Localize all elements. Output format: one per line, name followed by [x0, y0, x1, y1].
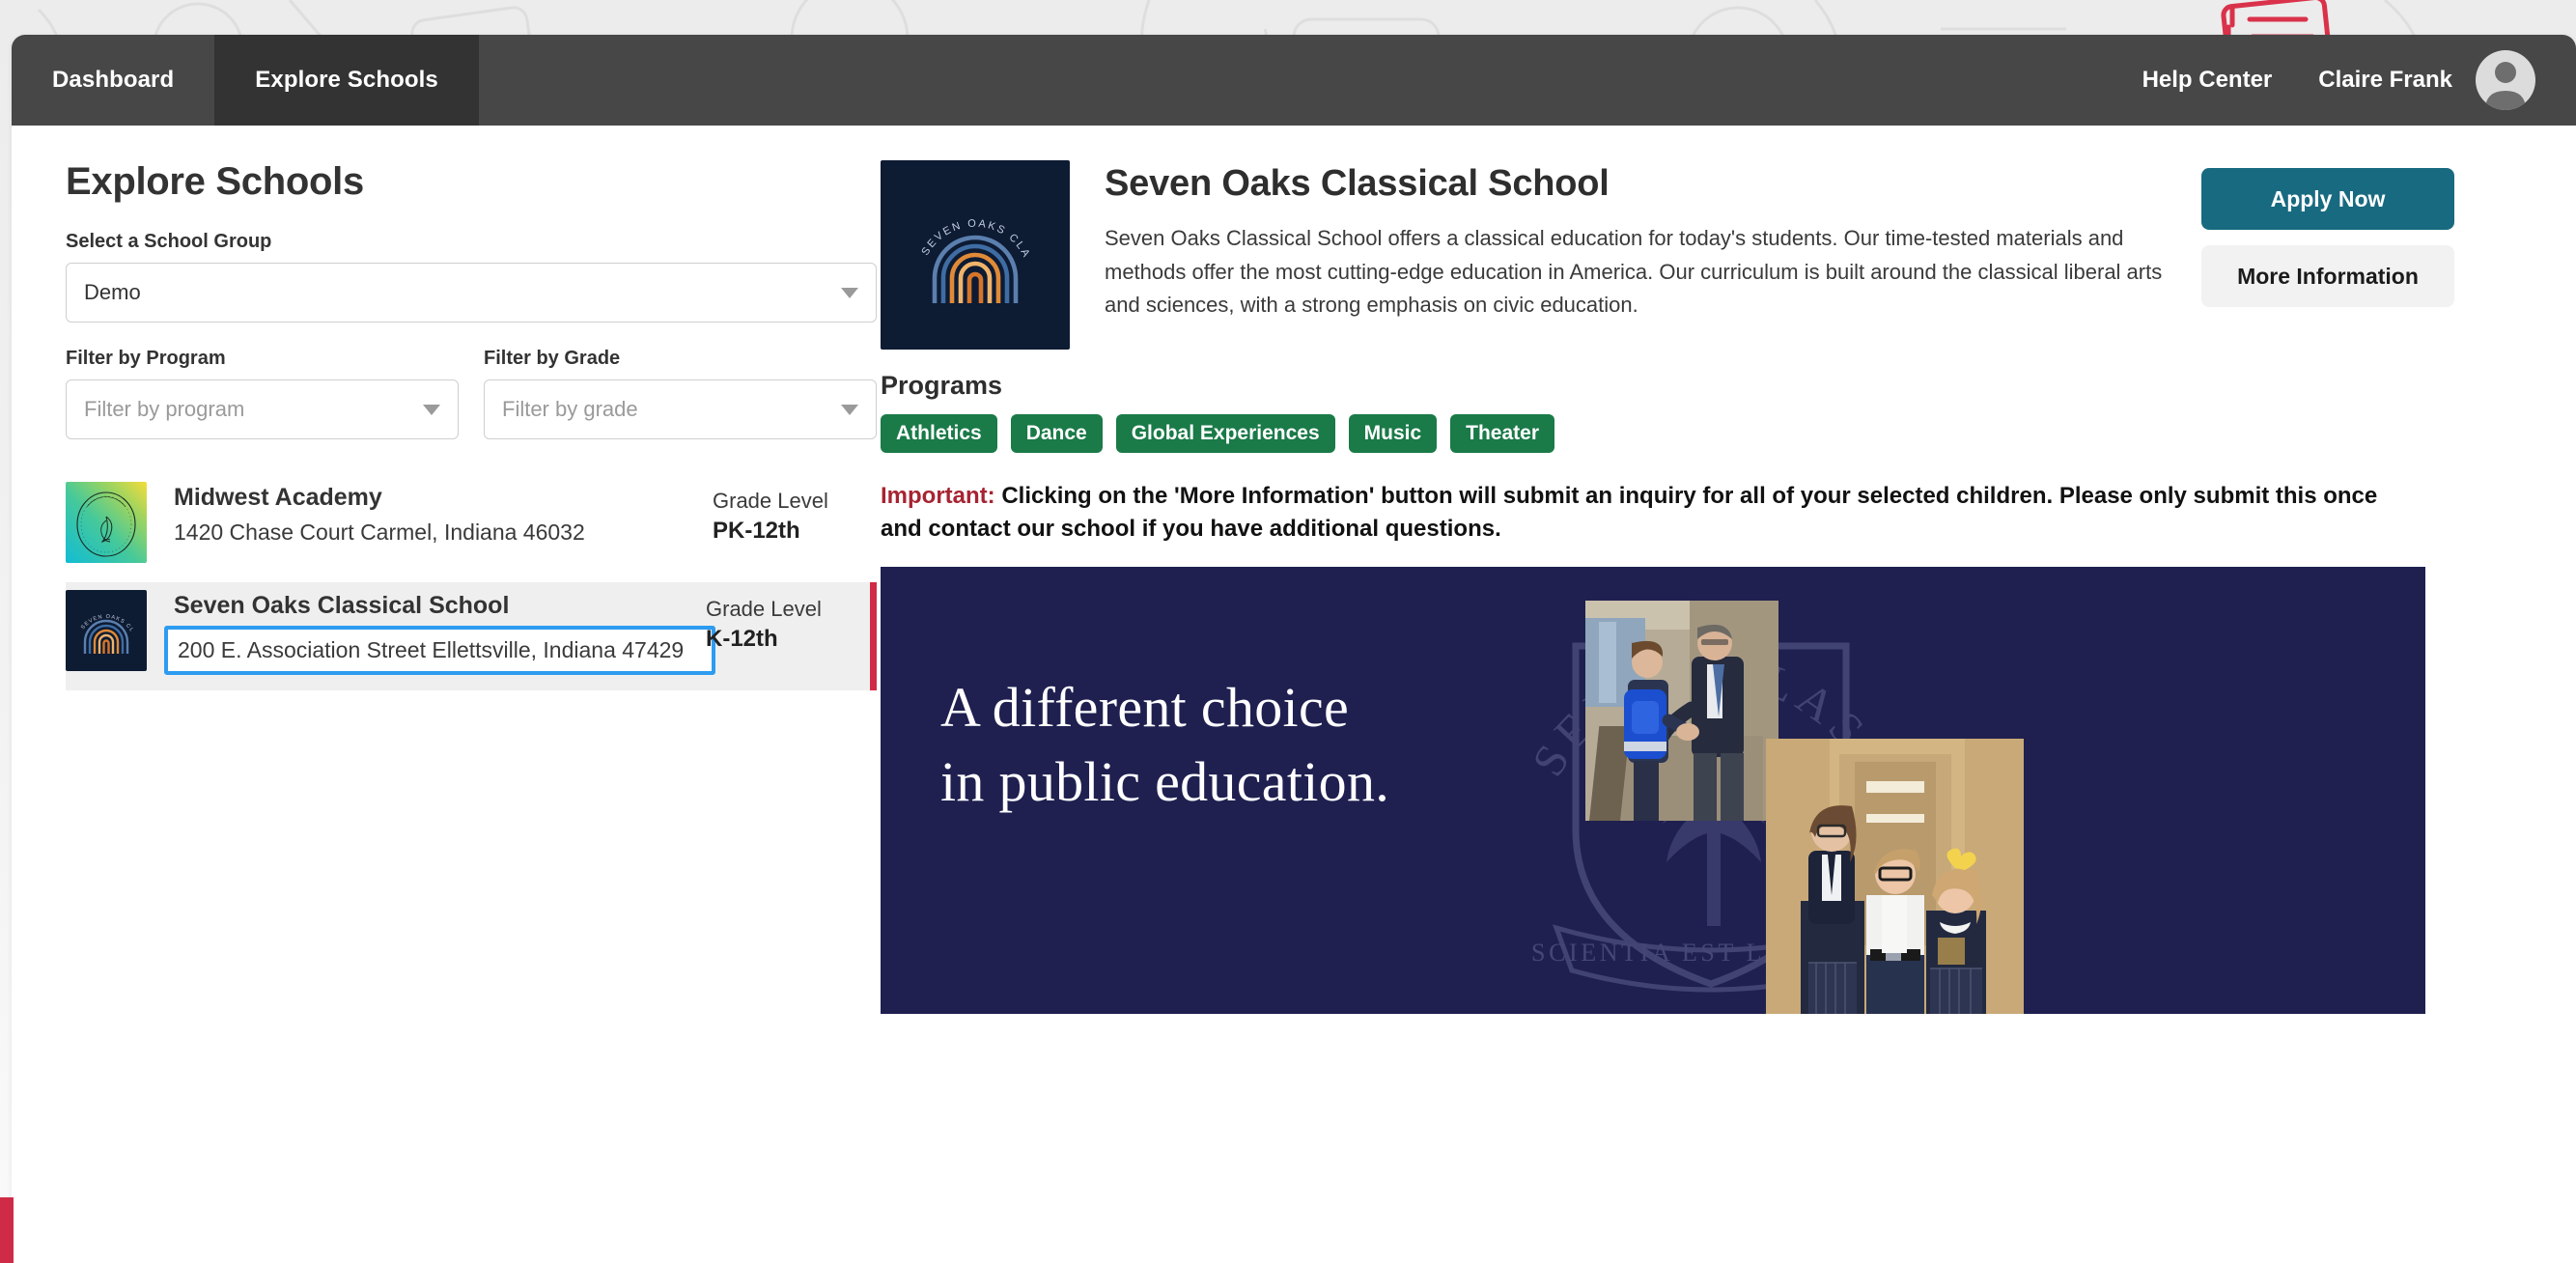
school-detail-actions: Apply Now More Information — [2201, 160, 2454, 307]
banner-photo-handshake — [1585, 601, 1778, 822]
school-detail-name: Seven Oaks Classical School — [1105, 163, 1610, 204]
school-list-item-seven-oaks-classical-school[interactable]: SEVEN OAKS CLASSICAL Seven Oaks Classica… — [66, 582, 877, 690]
nav-tabs: Dashboard Explore Schools — [12, 35, 479, 126]
user-menu[interactable]: Claire Frank — [2318, 50, 2535, 110]
school-detail-header: SEVEN OAKS CLASSICAL Seven Oaks Classica… — [881, 160, 2516, 350]
school-address-focused[interactable]: 200 E. Association Street Ellettsville, … — [164, 625, 715, 675]
midwest-academy-logo — [66, 482, 147, 563]
grade-level-label: Grade Level — [706, 597, 822, 621]
programs-tag-list: Athletics Dance Global Experiences Music… — [881, 414, 2516, 453]
school-group-label: Select a School Group — [66, 231, 272, 252]
filters-and-school-list-panel: Explore Schools Select a School Group De… — [12, 160, 881, 1014]
page-title: Explore Schools — [66, 160, 364, 203]
school-grade-block: Grade Level K-12th — [706, 590, 870, 654]
grade-filter-label: Filter by Grade — [484, 348, 621, 369]
important-label: Important: — [881, 483, 995, 509]
program-tag-theater[interactable]: Theater — [1450, 414, 1555, 453]
program-tag-global-experiences[interactable]: Global Experiences — [1115, 414, 1335, 453]
seven-oaks-classical-logo: SEVEN OAKS CLASSICAL — [66, 590, 147, 671]
filter-row: Filter by Program Filter by program Filt… — [66, 348, 881, 439]
nav-right-cluster: Help Center Claire Frank — [2142, 35, 2576, 126]
nav-tab-explore-schools[interactable]: Explore Schools — [214, 35, 479, 126]
grade-filter-group: Filter by Grade Filter by grade — [484, 348, 877, 439]
school-list: Midwest Academy 1420 Chase Court Carmel,… — [66, 474, 877, 690]
school-info: Seven Oaks Classical School 200 E. Assoc… — [164, 590, 715, 675]
app-window: Dashboard Explore Schools Help Center Cl… — [12, 35, 2576, 1263]
school-detail-description: Seven Oaks Classical School offers a cla… — [1105, 225, 2163, 318]
top-navigation-bar: Dashboard Explore Schools Help Center Cl… — [12, 35, 2576, 126]
important-notice: Important: Clicking on the 'More Informa… — [881, 480, 2387, 546]
school-detail-text: Seven Oaks Classical School Seven Oaks C… — [1105, 160, 2167, 323]
avatar-glyph — [2485, 62, 2526, 110]
apply-now-button[interactable]: Apply Now — [2201, 168, 2454, 230]
programs-heading: Programs — [881, 371, 1003, 400]
school-group-value: Demo — [84, 280, 141, 304]
program-filter-label: Filter by Program — [66, 348, 226, 369]
school-address: 1420 Chase Court Carmel, Indiana 46032 — [174, 519, 585, 545]
program-filter-group: Filter by Program Filter by program — [66, 348, 459, 439]
seven-oaks-classical-logo: SEVEN OAKS CLASSICAL — [881, 160, 1070, 350]
program-tag-dance[interactable]: Dance — [1010, 414, 1103, 453]
school-name: Midwest Academy — [174, 484, 382, 511]
midwest-academy-seal — [66, 482, 147, 563]
school-banner-image: A different choice in public education. … — [881, 567, 2425, 1015]
grade-level-value: K-12th — [706, 625, 778, 652]
school-detail-panel: SEVEN OAKS CLASSICAL Seven Oaks Classica… — [881, 160, 2576, 1015]
school-info: Midwest Academy 1420 Chase Court Carmel,… — [174, 482, 713, 547]
banner-headline: A different choice in public education. — [940, 676, 1390, 813]
grade-level-label: Grade Level — [713, 489, 828, 513]
program-tag-music[interactable]: Music — [1348, 414, 1438, 453]
grade-level-value: PK-12th — [713, 517, 800, 544]
seven-oaks-arches-mark-large: SEVEN OAKS CLASSICAL — [881, 160, 1070, 350]
chevron-down-icon — [841, 404, 858, 415]
program-filter-placeholder: Filter by program — [84, 397, 245, 421]
chevron-down-icon — [841, 287, 858, 298]
more-information-button[interactable]: More Information — [2201, 245, 2454, 307]
school-list-item-midwest-academy[interactable]: Midwest Academy 1420 Chase Court Carmel,… — [66, 474, 877, 582]
school-name: Seven Oaks Classical School — [174, 592, 510, 619]
seven-oaks-arches-mark: SEVEN OAKS CLASSICAL — [66, 590, 147, 671]
school-grade-block: Grade Level PK-12th — [713, 482, 877, 546]
page-edge-accent-bottom-left — [0, 1197, 14, 1263]
grade-filter-placeholder: Filter by grade — [502, 397, 638, 421]
help-center-link[interactable]: Help Center — [2142, 67, 2273, 94]
grade-filter-select[interactable]: Filter by grade — [484, 379, 877, 439]
three-students-photo — [1766, 739, 2024, 1015]
program-filter-select[interactable]: Filter by program — [66, 379, 459, 439]
page-body: Explore Schools Select a School Group De… — [12, 126, 2576, 1015]
important-notice-text: Clicking on the 'More Information' butto… — [881, 483, 2378, 543]
banner-photo-three-students — [1766, 739, 2024, 1015]
nav-tab-dashboard[interactable]: Dashboard — [12, 35, 214, 126]
person-avatar-icon[interactable] — [2476, 50, 2535, 110]
school-group-select[interactable]: Demo — [66, 263, 877, 323]
handshake-photo — [1585, 601, 1778, 822]
program-tag-athletics[interactable]: Athletics — [881, 414, 997, 453]
chevron-down-icon — [423, 404, 440, 415]
user-name-label[interactable]: Claire Frank — [2318, 67, 2452, 94]
